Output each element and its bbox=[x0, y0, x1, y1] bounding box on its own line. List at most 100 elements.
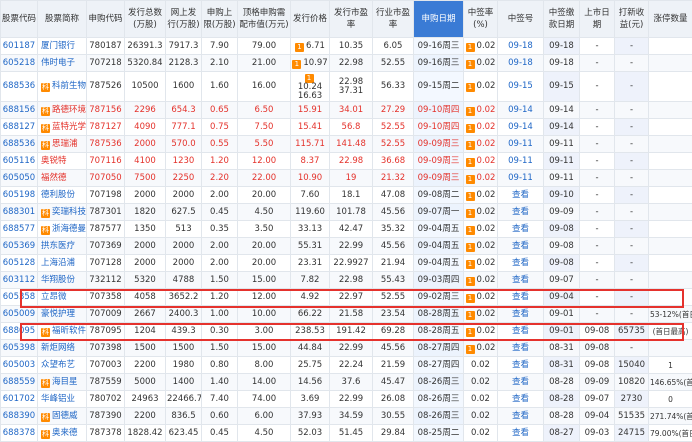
stock-name[interactable]: 立昂微 bbox=[38, 289, 87, 306]
stock-code[interactable]: 688095 bbox=[1, 323, 38, 340]
stock-code[interactable]: 688536 bbox=[1, 136, 38, 153]
table-row[interactable]: 605358立昂微70735840583652.21.2012.004.9222… bbox=[1, 289, 692, 306]
stock-code[interactable]: 688378 bbox=[1, 425, 38, 442]
stock-code[interactable]: 688390 bbox=[1, 408, 38, 425]
stock-code[interactable]: 603112 bbox=[1, 272, 38, 289]
lot-number[interactable]: 查看 bbox=[498, 357, 544, 374]
stock-code[interactable]: 605009 bbox=[1, 306, 38, 323]
stock-code[interactable]: 688156 bbox=[1, 102, 38, 119]
lot-number[interactable]: 查看 bbox=[498, 374, 544, 391]
table-row[interactable]: 688156科路德环境7871562296654.30.656.5015.913… bbox=[1, 102, 692, 119]
stock-code[interactable]: 605128 bbox=[1, 255, 38, 272]
stock-code[interactable]: 688577 bbox=[1, 221, 38, 238]
stock-name[interactable]: 科福昕软件 bbox=[38, 323, 87, 340]
stock-code[interactable]: 688301 bbox=[1, 204, 38, 221]
table-row[interactable]: 605003众望布艺707003220019800.808.0025.7522.… bbox=[1, 357, 692, 374]
column-header[interactable]: 发行市盈率 bbox=[330, 1, 373, 38]
stock-name[interactable]: 科奥来德 bbox=[38, 425, 87, 442]
column-header[interactable]: 发行价格 bbox=[291, 1, 330, 38]
column-header[interactable]: 涨停数量 bbox=[649, 1, 692, 38]
column-header[interactable]: 中签号 bbox=[498, 1, 544, 38]
stock-code[interactable]: 688559 bbox=[1, 374, 38, 391]
stock-name[interactable]: 科路德环境 bbox=[38, 102, 87, 119]
stock-name[interactable]: 豪悦护理 bbox=[38, 306, 87, 323]
column-header[interactable]: 行业市盈率 bbox=[373, 1, 414, 38]
stock-name[interactable]: 科固德威 bbox=[38, 408, 87, 425]
table-row[interactable]: 688559科海目星787559500014001.4014.0014.5637… bbox=[1, 374, 692, 391]
stock-code[interactable]: 601702 bbox=[1, 391, 38, 408]
column-header[interactable]: 中签率(%) bbox=[464, 1, 498, 38]
column-header[interactable]: 申购代码 bbox=[87, 1, 125, 38]
stock-name[interactable]: 伟时电子 bbox=[38, 55, 87, 72]
lot-number[interactable]: 查看 bbox=[498, 272, 544, 289]
lot-number[interactable]: 查看 bbox=[498, 391, 544, 408]
stock-name[interactable]: 德利股份 bbox=[38, 187, 87, 204]
lot-number[interactable]: 查看 bbox=[498, 221, 544, 238]
table-row[interactable]: 603112华翔股份732112532047881.5015.007.8222.… bbox=[1, 272, 692, 289]
stock-code[interactable]: 688127 bbox=[1, 119, 38, 136]
stock-name[interactable]: 科海目星 bbox=[38, 374, 87, 391]
stock-code[interactable]: 601187 bbox=[1, 38, 38, 55]
column-header[interactable]: 打新收益(元) bbox=[615, 1, 649, 38]
table-row[interactable]: 688378科奥来德7873781828.42623.450.454.5052.… bbox=[1, 425, 692, 442]
column-header[interactable]: 顶格申购需配市值(万元) bbox=[238, 1, 291, 38]
stock-name[interactable]: 科科前生物 bbox=[38, 72, 87, 102]
table-row[interactable]: 688301科奕瑞科技7873011820627.50.454.50119.60… bbox=[1, 204, 692, 221]
stock-code[interactable]: 605358 bbox=[1, 289, 38, 306]
lot-number[interactable]: 查看 bbox=[498, 187, 544, 204]
table-row[interactable]: 605050福然德707050750022502.2022.0010.90192… bbox=[1, 170, 692, 187]
stock-name[interactable]: 众望布艺 bbox=[38, 357, 87, 374]
table-row[interactable]: 688536科科前生物7875261050016001.6016.00110.2… bbox=[1, 72, 692, 102]
column-header[interactable]: 发行总数(万股) bbox=[125, 1, 166, 38]
stock-code[interactable]: 688536 bbox=[1, 72, 38, 102]
stock-name[interactable]: 华翔股份 bbox=[38, 272, 87, 289]
stock-name[interactable]: 福然德 bbox=[38, 170, 87, 187]
column-header[interactable]: 中签缴款日期 bbox=[544, 1, 580, 38]
table-row[interactable]: 605116奥锐特707116410012301.2012.008.3722.9… bbox=[1, 153, 692, 170]
stock-name[interactable]: 新炬网络 bbox=[38, 340, 87, 357]
stock-code[interactable]: 605198 bbox=[1, 187, 38, 204]
table-row[interactable]: 601187厦门银行78018726391.37917.37.9079.0016… bbox=[1, 38, 692, 55]
table-row[interactable]: 605398新炬网络707398150015001.5015.0044.8422… bbox=[1, 340, 692, 357]
stock-code[interactable]: 605003 bbox=[1, 357, 38, 374]
table-row[interactable]: 605369拱东医疗707369200020002.0020.0055.3122… bbox=[1, 238, 692, 255]
stock-name[interactable]: 科蓝特光学 bbox=[38, 119, 87, 136]
table-row[interactable]: 688577科浙海德曼78757713505130.353.5033.1342.… bbox=[1, 221, 692, 238]
stock-code[interactable]: 605218 bbox=[1, 55, 38, 72]
table-row[interactable]: 688536科思瑞浦7875362000570.00.555.50115.711… bbox=[1, 136, 692, 153]
lot-number[interactable]: 查看 bbox=[498, 289, 544, 306]
lot-number[interactable]: 查看 bbox=[498, 425, 544, 442]
table-row[interactable]: 605128上海沿浦707128200020002.0020.0023.3122… bbox=[1, 255, 692, 272]
stock-name[interactable]: 科思瑞浦 bbox=[38, 136, 87, 153]
table-row[interactable]: 688127科蓝特光学7871274090777.10.757.5015.415… bbox=[1, 119, 692, 136]
stock-name[interactable]: 厦门银行 bbox=[38, 38, 87, 55]
table-row[interactable]: 688095科福昕软件7870951204439.30.303.00238.53… bbox=[1, 323, 692, 340]
column-header[interactable]: 申购日期 bbox=[414, 1, 464, 38]
table-row[interactable]: 601702华峰铝业7807022496322466.77.4074.003.6… bbox=[1, 391, 692, 408]
column-header[interactable]: 股票代码 bbox=[1, 1, 38, 38]
column-header[interactable]: 股票简称 bbox=[38, 1, 87, 38]
lot-number[interactable]: 查看 bbox=[498, 306, 544, 323]
lot-number[interactable]: 查看 bbox=[498, 204, 544, 221]
column-header[interactable]: 上市日期 bbox=[580, 1, 615, 38]
stock-name[interactable]: 科浙海德曼 bbox=[38, 221, 87, 238]
lot-number[interactable]: 查看 bbox=[498, 340, 544, 357]
column-header[interactable]: 申购上限(万股) bbox=[202, 1, 238, 38]
column-header[interactable]: 网上发行(万股) bbox=[166, 1, 202, 38]
stock-code[interactable]: 605050 bbox=[1, 170, 38, 187]
lot-number[interactable]: 查看 bbox=[498, 408, 544, 425]
table-row[interactable]: 605198德利股份707198200020002.0020.007.6018.… bbox=[1, 187, 692, 204]
stock-code[interactable]: 605398 bbox=[1, 340, 38, 357]
lot-number[interactable]: 查看 bbox=[498, 323, 544, 340]
table-row[interactable]: 605218伟时电子7072185320.842128.32.1021.0011… bbox=[1, 55, 692, 72]
stock-name[interactable]: 上海沿浦 bbox=[38, 255, 87, 272]
table-row[interactable]: 605009豪悦护理70700926672400.31.0010.0066.22… bbox=[1, 306, 692, 323]
table-row[interactable]: 688390科固德威7873902200836.50.606.0037.9334… bbox=[1, 408, 692, 425]
stock-code[interactable]: 605369 bbox=[1, 238, 38, 255]
stock-code[interactable]: 605116 bbox=[1, 153, 38, 170]
stock-name[interactable]: 拱东医疗 bbox=[38, 238, 87, 255]
lot-number[interactable]: 查看 bbox=[498, 255, 544, 272]
stock-name[interactable]: 奥锐特 bbox=[38, 153, 87, 170]
stock-name[interactable]: 华峰铝业 bbox=[38, 391, 87, 408]
stock-name[interactable]: 科奕瑞科技 bbox=[38, 204, 87, 221]
